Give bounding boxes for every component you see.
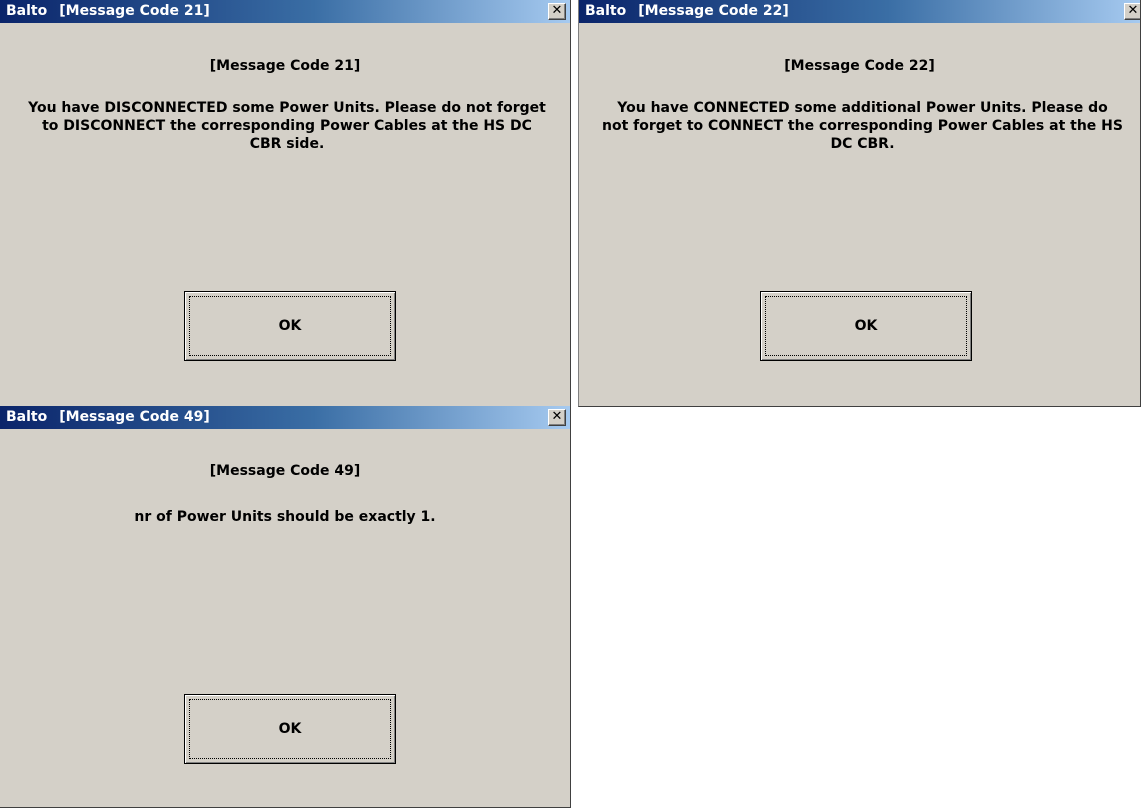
message-line: to DISCONNECT the corresponding Power Ca… xyxy=(42,118,532,134)
message-line: DC CBR. xyxy=(830,136,895,152)
focus-rectangle xyxy=(765,296,967,356)
title-bar[interactable]: Balto [Message Code 49] xyxy=(0,406,570,429)
message-line: not forget to CONNECT the corresponding … xyxy=(602,118,1123,134)
close-icon: ✕ xyxy=(551,409,563,424)
close-button[interactable]: ✕ xyxy=(548,409,566,426)
message-heading: [Message Code 49] xyxy=(209,463,361,479)
app-name: Balto xyxy=(6,409,48,425)
focus-rectangle xyxy=(189,699,391,759)
window-title: [Message Code 21] xyxy=(59,3,210,19)
ok-button[interactable]: OK xyxy=(760,291,972,361)
message-heading: [Message Code 21] xyxy=(209,58,361,74)
window-title: [Message Code 22] xyxy=(638,3,789,19)
app-name: Balto xyxy=(6,3,48,19)
close-button[interactable]: ✕ xyxy=(1124,3,1140,20)
title-bar[interactable]: Balto [Message Code 22] xyxy=(579,0,1140,23)
window-title: [Message Code 49] xyxy=(59,409,210,425)
ok-button[interactable]: OK xyxy=(184,694,396,764)
message-dialog-21: Balto [Message Code 21] ✕ [Message Code 2… xyxy=(0,0,571,407)
close-icon: ✕ xyxy=(551,3,563,18)
message-text: You have DISCONNECTED some Power Units. … xyxy=(4,99,570,153)
message-line: You have DISCONNECTED some Power Units. … xyxy=(28,100,546,116)
focus-rectangle xyxy=(189,296,391,356)
message-line: CBR side. xyxy=(249,136,325,152)
message-text: You have CONNECTED some additional Power… xyxy=(579,99,1140,153)
title-bar[interactable]: Balto [Message Code 21] xyxy=(0,0,570,23)
message-line: nr of Power Units should be exactly 1. xyxy=(134,509,436,525)
message-line: You have CONNECTED some additional Power… xyxy=(617,100,1108,116)
close-icon: ✕ xyxy=(1127,3,1139,18)
message-dialog-49: Balto [Message Code 49] ✕ [Message Code 4… xyxy=(0,406,571,808)
message-dialog-22: Balto [Message Code 22] ✕ [Message Code 2… xyxy=(578,0,1141,407)
close-button[interactable]: ✕ xyxy=(548,3,566,20)
message-text: nr of Power Units should be exactly 1. xyxy=(0,508,570,526)
app-name: Balto xyxy=(585,3,627,19)
ok-button[interactable]: OK xyxy=(184,291,396,361)
message-heading: [Message Code 22] xyxy=(784,58,935,74)
